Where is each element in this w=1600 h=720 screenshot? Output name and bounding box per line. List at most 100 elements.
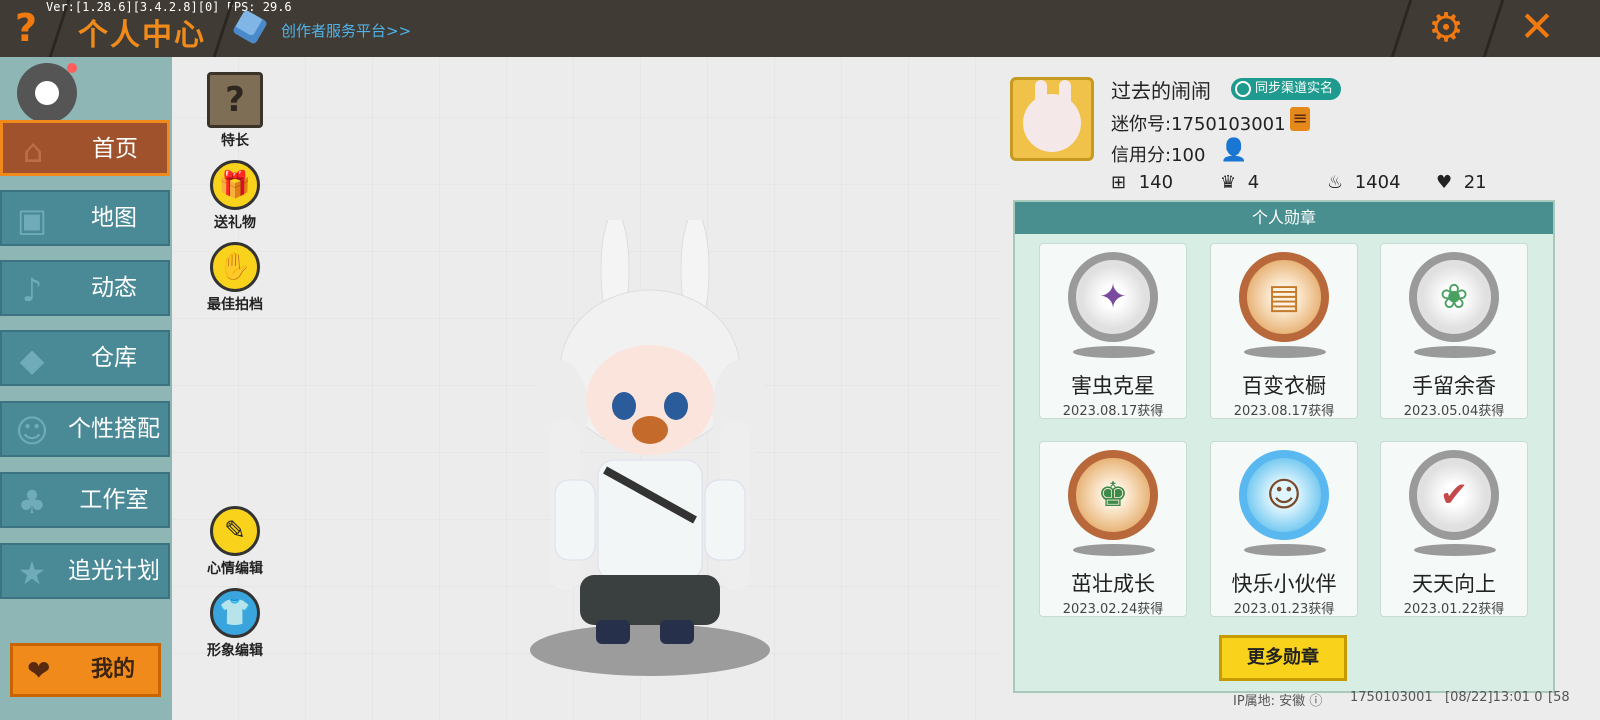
avatar-edit-label: 形象编辑 (207, 643, 263, 659)
sidebar-item-label: 仓库 (91, 345, 137, 371)
sidebar-item-chase-light[interactable]: ★ 追光计划 (0, 543, 170, 599)
fans-icon: ♛ (1220, 172, 1237, 193)
medal-date: 2023.08.17获得 (1062, 404, 1164, 419)
shirt-icon: 👕 (210, 588, 260, 638)
medal-name: 百变衣橱 (1242, 374, 1326, 398)
best-partner-label: 最佳拍档 (207, 297, 263, 313)
skill-button[interactable]: ? 特长 (200, 72, 270, 150)
fire-icon: ♨ (1327, 172, 1344, 193)
realname-badge[interactable]: 同步渠道实名 (1231, 78, 1342, 100)
medal-date: 2023.01.22获得 (1403, 602, 1505, 617)
sidebar-item-label: 地图 (91, 205, 137, 231)
medal-shadow (1414, 544, 1496, 556)
edit-icon: ✎ (210, 506, 260, 556)
gift-icon: 🎁 (210, 160, 260, 210)
notification-dot (67, 63, 77, 73)
wardrobe-medal-icon: ▤ (1239, 252, 1329, 342)
stat-fans: ♛ 4 (1220, 172, 1259, 193)
credit-card-icon[interactable]: 👤 (1220, 138, 1247, 164)
gift-button[interactable]: 🎁 送礼物 (200, 160, 270, 232)
plus-box-icon: ⊞ (1111, 172, 1127, 193)
medal-date: 2023.01.23获得 (1233, 602, 1335, 617)
question-box-icon: ? (207, 72, 263, 128)
cube-icon[interactable] (232, 9, 268, 45)
gift-label: 送礼物 (214, 215, 256, 231)
footer-time: [08/22]13:01 0 (1445, 690, 1543, 705)
mini-id: 迷你号:1750103001 (1111, 114, 1286, 135)
nickname: 过去的闹闹 (1111, 79, 1211, 103)
divider (1482, 0, 1505, 57)
medal-date: 2023.05.04获得 (1403, 404, 1505, 419)
box-icon: ◆ (19, 341, 45, 379)
medal-card[interactable]: ✔ 天天向上 2023.01.22获得 (1380, 441, 1528, 617)
handshake-icon: ✋ (210, 242, 260, 292)
footer-uid: 1750103001 (1350, 690, 1433, 705)
medal-date: 2023.02.24获得 (1062, 602, 1164, 617)
medal-panel-title: 个人勋章 (1015, 202, 1553, 234)
best-partner-button[interactable]: ✋ 最佳拍档 (200, 242, 270, 314)
stat-likes: ♥ 21 (1436, 172, 1487, 193)
medal-name: 天天向上 (1412, 572, 1496, 596)
page-title: 个人中心 (78, 18, 206, 53)
heart-icon: ❤ (27, 654, 51, 687)
help-button[interactable]: ? (6, 6, 46, 50)
close-icon[interactable]: ✕ (1514, 4, 1560, 50)
sidebar-item-home[interactable]: ⌂ 首页 (0, 120, 170, 176)
mood-edit-button[interactable]: ✎ 心情编辑 (200, 506, 270, 578)
creator-platform-link[interactable]: 创作者服务平台>> (281, 20, 411, 41)
player-character[interactable] (520, 220, 780, 690)
ip-text: IP属地: 安徽 (1233, 694, 1306, 709)
sidebar-item-map[interactable]: ▣ 地图 (0, 190, 170, 246)
medal-name: 快乐小伙伴 (1231, 572, 1337, 596)
stat-value: 140 (1138, 172, 1174, 193)
medal-card[interactable]: ▤ 百变衣橱 2023.08.17获得 (1210, 243, 1358, 419)
medal-name: 害虫克星 (1071, 374, 1155, 398)
medal-card[interactable]: ☺ 快乐小伙伴 2023.01.23获得 (1210, 441, 1358, 617)
record-dot (35, 81, 59, 105)
skill-label: 特长 (221, 133, 249, 149)
mood-edit-label: 心情编辑 (207, 561, 263, 577)
bug-medal-icon: ✦ (1068, 252, 1158, 342)
star-icon: ★ (17, 554, 47, 592)
calendar-medal-icon: ✔ (1409, 450, 1499, 540)
medal-card[interactable]: ♚ 茁壮成长 2023.02.24获得 (1039, 441, 1187, 617)
mine-button[interactable]: ❤ 我的 (10, 643, 161, 697)
stat-value: 4 (1247, 172, 1260, 193)
sidebar-item-label: 追光计划 (68, 558, 160, 584)
medal-shadow (1073, 346, 1155, 358)
mine-label: 我的 (90, 657, 135, 682)
sidebar-item-outfit[interactable]: ☺ 个性搭配 (0, 401, 170, 457)
badge-label: 同步渠道实名 (1255, 81, 1334, 96)
gear-icon[interactable]: ⚙ (1423, 5, 1469, 51)
stat-value: 21 (1463, 172, 1487, 193)
copy-icon[interactable]: ≡ (1290, 107, 1310, 131)
hearts-icon: ♥ (1436, 172, 1453, 193)
stat-value: 1404 (1354, 172, 1401, 193)
info-icon[interactable]: ⓘ (1309, 694, 1322, 709)
growth-medal-icon: ♚ (1068, 450, 1158, 540)
avatar[interactable] (1010, 77, 1094, 161)
medal-card[interactable]: ✦ 害虫克星 2023.08.17获得 (1039, 243, 1187, 419)
buddy-medal-icon: ☺ (1239, 450, 1329, 540)
sidebar-item-label: 动态 (91, 275, 137, 301)
medal-name: 手留余香 (1412, 374, 1496, 398)
more-medals-button[interactable]: 更多勋章 (1219, 635, 1347, 681)
picture-icon: ▣ (16, 201, 48, 239)
sidebar-item-label: 工作室 (79, 487, 149, 513)
face-icon: ☺ (15, 412, 49, 450)
sidebar-item-storage[interactable]: ◆ 仓库 (0, 330, 170, 386)
stat-popularity: ♨ 1404 (1327, 172, 1401, 193)
sidebar-item-feed[interactable]: ♪ 动态 (0, 260, 170, 316)
sidebar-item-studio[interactable]: ♣ 工作室 (0, 472, 170, 528)
record-button[interactable] (17, 63, 77, 123)
avatar-edit-button[interactable]: 👕 形象编辑 (200, 588, 270, 660)
house-icon: ⌂ (22, 132, 44, 170)
medal-card[interactable]: ❀ 手留余香 2023.05.04获得 (1380, 243, 1528, 419)
stat-posts: ⊞ 140 (1111, 172, 1173, 193)
credit-score: 信用分:100 (1111, 145, 1206, 166)
ip-location: IP属地: 安徽 ⓘ (1233, 690, 1322, 709)
medal-shadow (1414, 346, 1496, 358)
tree-icon: ♣ (17, 483, 47, 521)
top-bar: ? Ver:[1.28.6][3.4.2.8][0] FPS: 29.6 个人中… (0, 0, 1600, 57)
avatar-face (1023, 94, 1081, 152)
